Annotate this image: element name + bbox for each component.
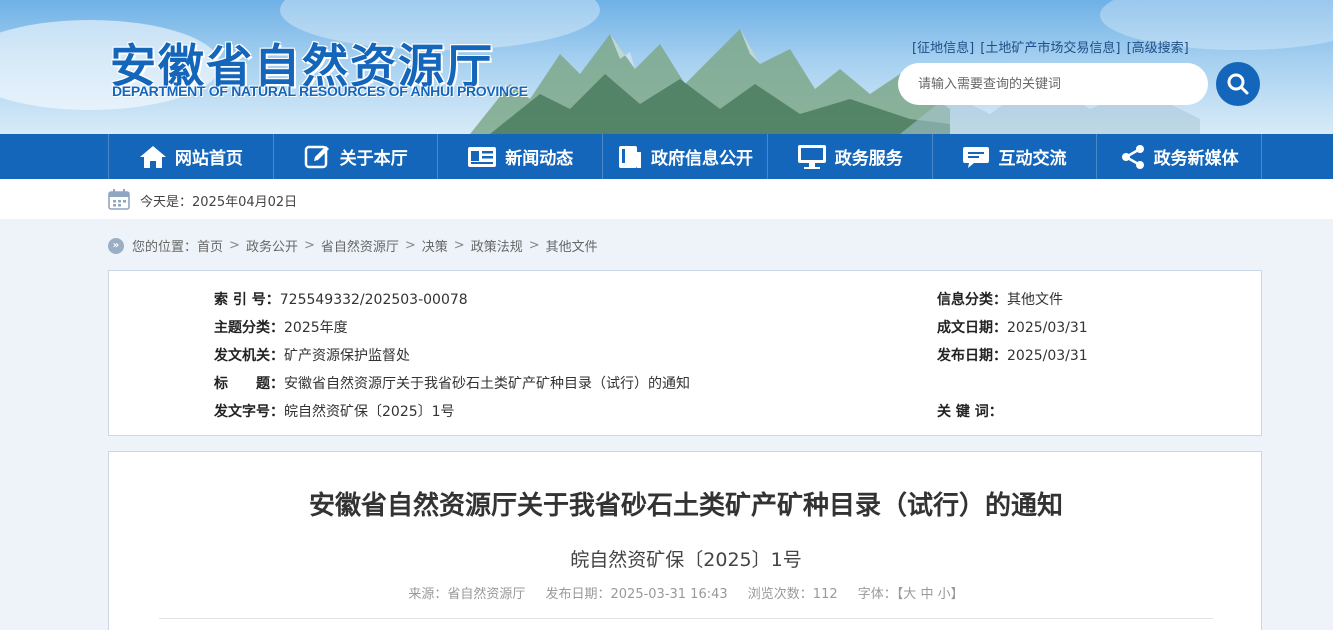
breadcrumb-separator: > xyxy=(528,238,540,253)
article-title: 安徽省自然资源厅关于我省砂石土类矿产矿种目录（试行）的通知 xyxy=(308,491,1063,521)
article-doc-number: 皖自然资矿保〔2025〕1号 xyxy=(570,549,802,571)
breadcrumb: » 您的位置： 首页 > 政务公开 > 省自然资源厅 > 决策 > 政策法规 >… xyxy=(108,236,598,255)
link-land-acquisition[interactable]: [征地信息] xyxy=(912,41,974,56)
nav-news[interactable]: 新闻动态 xyxy=(438,134,604,179)
news-icon xyxy=(468,146,497,167)
header-banner: 安徽省自然资源厅 DEPARTMENT OF NATURAL RESOURCES… xyxy=(0,0,1333,134)
calendar-icon xyxy=(108,189,130,210)
nav-interaction[interactable]: 互动交流 xyxy=(933,134,1098,179)
breadcrumb-prefix: 您的位置： xyxy=(132,240,198,255)
font-size-control: 字体：【大 中 小】 xyxy=(857,587,964,602)
top-links: [征地信息] [土地矿产市场交易信息] [高级搜索] xyxy=(912,37,1191,56)
info-issuer: 发文机关：矿产资源保护监督处 xyxy=(214,348,410,364)
breadcrumb-separator: > xyxy=(229,238,240,253)
breadcrumb-separator: > xyxy=(303,238,315,253)
info-category: 信息分类：其他文件 xyxy=(937,292,1063,308)
edit-icon xyxy=(304,145,329,168)
article-meta: 来源：省自然资源厅 发布日期：2025-03-31 16:43 浏览次数：112… xyxy=(109,583,1263,602)
nav-home[interactable]: 网站首页 xyxy=(109,134,274,179)
article-source: 来源：省自然资源厅 xyxy=(408,587,526,602)
breadcrumb-decision[interactable]: 决策 xyxy=(422,236,448,255)
today-date: 今天是：2025年04月02日 xyxy=(140,195,298,210)
book-icon xyxy=(619,145,642,168)
search-input[interactable] xyxy=(898,63,1208,105)
mountain-illustration xyxy=(470,29,950,134)
article-container: 安徽省自然资源厅关于我省砂石土类矿产矿种目录（试行）的通知 皖自然资矿保〔202… xyxy=(108,451,1262,630)
info-index-number: 索 引 号：725549332/202503-00078 xyxy=(214,292,468,308)
info-written-date: 成文日期：2025/03/31 xyxy=(937,320,1088,336)
home-icon xyxy=(139,145,166,168)
nav-new-media[interactable]: 政务新媒体 xyxy=(1097,134,1263,179)
breadcrumb-separator: > xyxy=(404,238,416,253)
nav-about[interactable]: 关于本厅 xyxy=(274,134,439,179)
breadcrumb-separator: > xyxy=(453,238,465,253)
font-size-small[interactable]: 小 xyxy=(938,587,951,602)
main-nav: 网站首页 关于本厅 新闻动态 政府信息公开 政务服务 互动交流 政务新媒体 xyxy=(0,134,1333,179)
document-info-panel: 索 引 号：725549332/202503-00078 主题分类：2025年度… xyxy=(108,270,1262,436)
article-views: 浏览次数：112 xyxy=(747,587,838,602)
article-divider xyxy=(159,618,1213,619)
info-doc-number: 发文字号：皖自然资矿保〔2025〕1号 xyxy=(214,404,455,420)
info-keywords: 关 键 词： xyxy=(937,404,1003,420)
font-size-large[interactable]: 大 xyxy=(903,587,916,602)
date-bar: 今天是：2025年04月02日 xyxy=(0,179,1333,219)
breadcrumb-gov-affairs[interactable]: 政务公开 xyxy=(246,236,298,255)
article-pub-date: 发布日期：2025-03-31 16:43 xyxy=(545,587,728,602)
breadcrumb-other-docs[interactable]: 其他文件 xyxy=(546,236,598,255)
nav-services[interactable]: 政务服务 xyxy=(768,134,933,179)
info-topic: 主题分类：2025年度 xyxy=(214,320,348,336)
monitor-icon xyxy=(797,144,826,169)
link-land-mineral-trading[interactable]: [土地矿产市场交易信息] xyxy=(980,41,1120,56)
link-advanced-search[interactable]: [高级搜索] xyxy=(1127,41,1189,56)
location-icon: » xyxy=(108,237,124,254)
share-icon xyxy=(1121,144,1144,169)
info-publish-date: 发布日期：2025/03/31 xyxy=(937,348,1088,364)
search-icon xyxy=(1227,73,1249,95)
breadcrumb-department[interactable]: 省自然资源厅 xyxy=(321,236,399,255)
nav-gov-info[interactable]: 政府信息公开 xyxy=(603,134,768,179)
site-logo-english: DEPARTMENT OF NATURAL RESOURCES OF ANHUI… xyxy=(112,83,528,99)
font-size-medium[interactable]: 中 xyxy=(920,587,933,602)
info-title: 标 题：安徽省自然资源厅关于我省砂石土类矿产矿种目录（试行）的通知 xyxy=(214,376,690,392)
breadcrumb-home[interactable]: 首页 xyxy=(197,236,223,255)
search-button[interactable] xyxy=(1216,62,1260,106)
breadcrumb-policy[interactable]: 政策法规 xyxy=(471,236,523,255)
chat-icon xyxy=(963,146,990,168)
